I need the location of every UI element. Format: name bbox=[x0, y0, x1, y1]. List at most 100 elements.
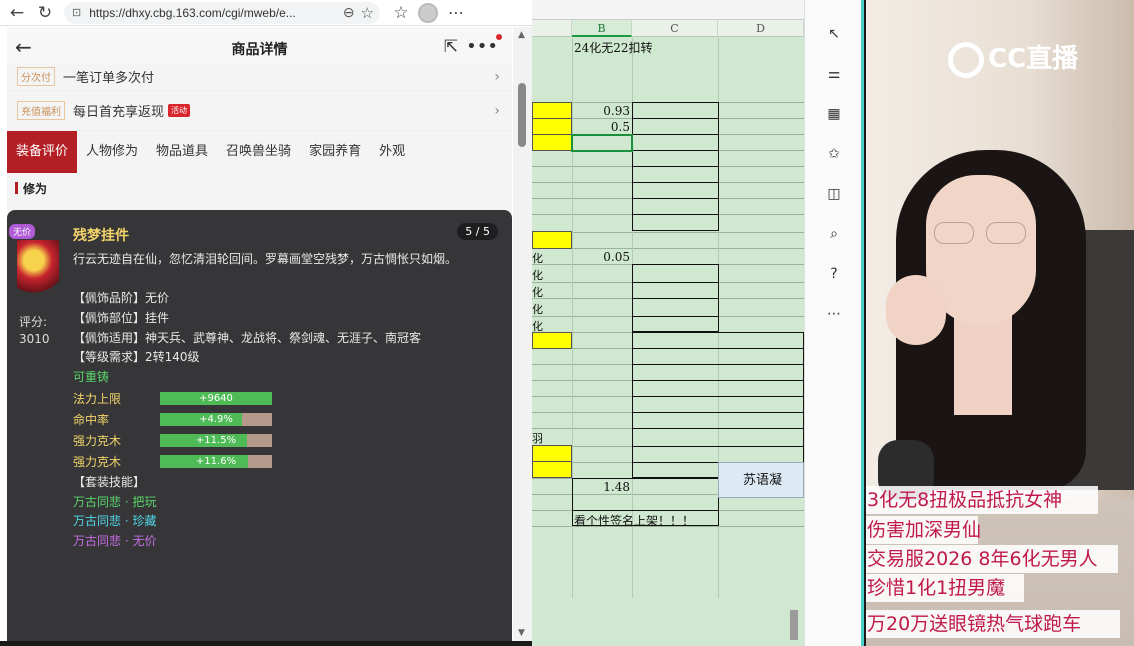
danmu-line: 万20万送眼镜热气球跑车 bbox=[866, 610, 1120, 638]
browser-window: ← ↻ ⊡ https://dhxy.cbg.163.com/cgi/mweb/… bbox=[0, 0, 532, 641]
column-header-a[interactable] bbox=[532, 20, 572, 37]
cell-b-note[interactable]: 看个性签名上架！！！ bbox=[574, 512, 694, 529]
item-tooltip-card: 无价 评分: 3010 残梦挂件 5 / 5 行云无迹自在仙，忽忆清泪轮回间。罗… bbox=[7, 210, 512, 641]
cell-b-value[interactable]: 0.5 bbox=[574, 120, 630, 134]
bordered-range[interactable] bbox=[632, 332, 804, 478]
cell-b1[interactable]: 24化无22扣转 bbox=[574, 39, 653, 56]
spreadsheet: B C D 24化无22扣转 0.93 0.5 0.05 1.48 看个性签名上… bbox=[532, 0, 804, 646]
magic-icon[interactable]: ✩ bbox=[824, 144, 844, 164]
item-icon: 无价 bbox=[9, 224, 67, 304]
section-title: 修为 bbox=[23, 181, 48, 196]
stat-name: 强力克木 bbox=[73, 434, 122, 448]
chevron-right-icon: › bbox=[494, 68, 500, 85]
stat-bar: +4.9% bbox=[160, 413, 272, 426]
stat-bar: +9640 bbox=[160, 392, 272, 405]
border-line bbox=[632, 446, 804, 447]
clipped-text: 化 bbox=[532, 252, 543, 265]
active-cell[interactable] bbox=[571, 134, 633, 152]
glasses-left bbox=[934, 222, 974, 244]
stat-value: +11.5% bbox=[195, 435, 237, 446]
stat-value: +4.9% bbox=[199, 414, 233, 425]
installment-row[interactable]: 分次付 一笔订单多次付 › bbox=[7, 63, 512, 91]
zoom-icon[interactable]: ⊖ bbox=[343, 4, 355, 21]
bookmark-star-icon[interactable]: ☆ bbox=[361, 4, 374, 22]
scroll-thumb[interactable] bbox=[518, 83, 526, 147]
score-label: 评分: bbox=[19, 315, 48, 329]
yellow-cell[interactable] bbox=[532, 118, 572, 135]
clipped-text: 羽 bbox=[532, 432, 543, 445]
border-line bbox=[632, 282, 718, 283]
rarity-badge: 无价 bbox=[9, 224, 36, 239]
column-header-b[interactable]: B bbox=[572, 20, 632, 37]
recharge-row[interactable]: 充值福利 每日首充享返现 活动 › bbox=[7, 91, 512, 131]
item-name: 残梦挂件 bbox=[73, 228, 129, 244]
border-line bbox=[632, 380, 804, 381]
address-bar[interactable]: ⊡ https://dhxy.cbg.163.com/cgi/mweb/e...… bbox=[64, 1, 380, 24]
tab-cultivation[interactable]: 人物修为 bbox=[77, 131, 147, 173]
clipped-text: 化 bbox=[532, 320, 543, 333]
profile-avatar[interactable] bbox=[418, 2, 438, 23]
page-scrollbar[interactable]: ▲ ▼ bbox=[513, 27, 532, 641]
stat-name: 命中率 bbox=[73, 413, 110, 427]
cell-b-value[interactable]: 1.48 bbox=[574, 480, 630, 494]
score-value: 3010 bbox=[19, 332, 50, 346]
streamer-hand bbox=[886, 275, 946, 345]
border-line bbox=[632, 118, 718, 119]
scroll-up-icon[interactable]: ▲ bbox=[518, 30, 525, 40]
border-line bbox=[632, 428, 804, 429]
table-icon[interactable]: ▦ bbox=[824, 104, 844, 124]
chevron-right-icon: › bbox=[494, 102, 500, 119]
border-line bbox=[632, 150, 718, 151]
tab-pets[interactable]: 召唤兽坐骑 bbox=[217, 131, 300, 173]
backup-icon[interactable]: ◫ bbox=[824, 184, 844, 204]
glasses-right bbox=[986, 222, 1026, 244]
find-icon[interactable]: ⌕ bbox=[824, 224, 844, 244]
window-border bbox=[861, 0, 864, 646]
floating-textbox[interactable]: 苏语凝 bbox=[718, 462, 804, 498]
favorites-icon[interactable]: ☆ bbox=[390, 2, 412, 24]
border-line bbox=[632, 134, 718, 135]
scroll-down-icon[interactable]: ▼ bbox=[518, 628, 525, 638]
stat-name: 法力上限 bbox=[73, 392, 122, 406]
cell-b-value[interactable]: 0.93 bbox=[574, 104, 630, 118]
yellow-cell[interactable] bbox=[532, 332, 572, 349]
stat-value: +11.6% bbox=[195, 456, 237, 467]
cursor-icon[interactable]: ↖ bbox=[824, 24, 844, 44]
border-line bbox=[632, 182, 718, 183]
yellow-cell[interactable] bbox=[532, 102, 572, 119]
border-line bbox=[632, 166, 718, 167]
page-title: 商品详情 bbox=[231, 42, 288, 58]
tab-home[interactable]: 家园养育 bbox=[300, 131, 370, 173]
more-icon[interactable]: ••• bbox=[466, 34, 502, 57]
event-badge: 活动 bbox=[168, 104, 191, 117]
url-text[interactable]: https://dhxy.cbg.163.com/cgi/mweb/e... bbox=[89, 6, 343, 20]
tab-equipment[interactable]: 装备评价 bbox=[7, 131, 78, 173]
clipped-text: 化 bbox=[532, 269, 543, 282]
cell-grid[interactable]: 24化无22扣转 0.93 0.5 0.05 1.48 看个性签名上架！！！ 化… bbox=[532, 38, 804, 598]
column-header-d[interactable]: D bbox=[718, 20, 804, 37]
stat-row: 法力上限 +9640 bbox=[73, 390, 293, 406]
adjust-icon[interactable]: ⚌ bbox=[824, 64, 844, 84]
yellow-cell[interactable] bbox=[532, 134, 572, 151]
stat-row: 强力克木 +11.6% bbox=[73, 453, 293, 469]
browser-menu-icon[interactable]: ⋯ bbox=[448, 3, 465, 22]
site-info-icon[interactable]: ⊡ bbox=[72, 6, 81, 19]
danmu-line: 伤害加深男仙 bbox=[866, 516, 981, 544]
yellow-cell[interactable] bbox=[532, 461, 572, 478]
back-icon[interactable]: ← bbox=[6, 2, 28, 24]
reload-icon[interactable]: ↻ bbox=[34, 2, 56, 24]
back-arrow-icon[interactable]: ← bbox=[15, 35, 32, 59]
set-skill: 万古同悲 · 无价 bbox=[73, 534, 157, 548]
yellow-cell[interactable] bbox=[532, 231, 572, 249]
help-icon[interactable]: ? bbox=[824, 264, 844, 284]
stat-row: 命中率 +4.9% bbox=[73, 411, 293, 427]
column-header-c[interactable]: C bbox=[632, 20, 718, 37]
item-attr-slot: 【佩饰部位】挂件 bbox=[73, 311, 170, 325]
cell-b-value[interactable]: 0.05 bbox=[574, 250, 630, 264]
more-horizontal-icon[interactable]: ⋯ bbox=[824, 304, 844, 324]
tab-items[interactable]: 物品道具 bbox=[147, 131, 217, 173]
border-line bbox=[632, 348, 804, 349]
sheet-scrollbar[interactable] bbox=[790, 610, 798, 640]
share-icon[interactable]: ⇱ bbox=[444, 37, 458, 57]
tab-appearance[interactable]: 外观 bbox=[370, 131, 414, 173]
